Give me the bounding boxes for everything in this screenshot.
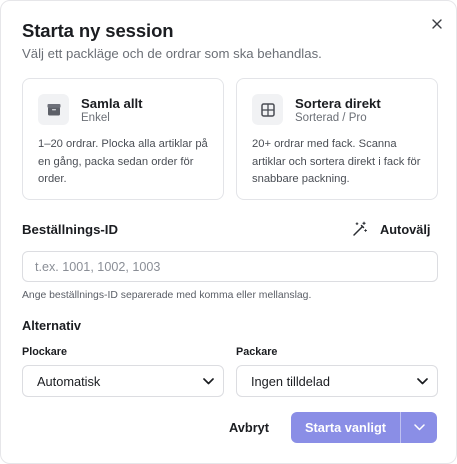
mode-card-description: 20+ ordrar med fack. Scanna artiklar och… <box>252 138 421 185</box>
close-icon <box>432 19 442 29</box>
packer-label: Packare <box>236 346 278 358</box>
picker-value: Automatisk <box>37 373 101 389</box>
mode-card-subtitle: Enkel <box>81 112 110 124</box>
order-ids-input[interactable] <box>22 251 438 282</box>
mode-card-subtitle: Sorterad / Pro <box>295 112 367 124</box>
chevron-down-icon <box>417 377 428 384</box>
magic-wand-icon <box>353 221 367 236</box>
mode-card-collect-all[interactable]: Samla allt Enkel 1–20 ordrar. Plocka all… <box>22 78 224 200</box>
dialog-title: Starta ny session <box>22 20 174 41</box>
picker-label: Plockare <box>22 346 68 358</box>
cancel-button[interactable]: Avbryt <box>229 420 269 435</box>
picker-select[interactable]: Automatisk <box>22 365 224 397</box>
order-ids-label: Beställnings-ID <box>22 222 118 237</box>
grid-icon <box>252 94 283 125</box>
autoselect-button[interactable]: Autovälj <box>352 221 430 237</box>
autoselect-label: Autovälj <box>380 221 431 237</box>
dialog-subtitle: Välj ett packläge och de ordrar som ska … <box>22 46 322 61</box>
order-ids-hint: Ange beställnings-ID separerade med komm… <box>22 290 312 301</box>
chevron-down-icon <box>203 377 214 384</box>
box-icon <box>38 94 69 125</box>
options-title: Alternativ <box>22 318 82 333</box>
start-session-button[interactable]: Starta vanligt <box>291 412 400 443</box>
mode-card-sort-direct[interactable]: Sortera direkt Sorterad / Pro 20+ ordrar… <box>236 78 438 200</box>
start-split-button: Starta vanligt <box>291 412 437 443</box>
mode-card-title: Samla allt <box>81 96 143 111</box>
mode-card-title: Sortera direkt <box>295 96 381 111</box>
mode-card-description: 1–20 ordrar. Plocka alla artiklar på en … <box>38 138 208 185</box>
chevron-down-icon <box>413 424 425 431</box>
start-options-dropdown-button[interactable] <box>401 412 437 443</box>
close-button[interactable] <box>426 13 448 35</box>
packer-value: Ingen tilldelad <box>251 373 330 389</box>
start-session-dialog: Starta ny session Välj ett packläge och … <box>0 0 457 464</box>
packer-select[interactable]: Ingen tilldelad <box>236 365 438 397</box>
